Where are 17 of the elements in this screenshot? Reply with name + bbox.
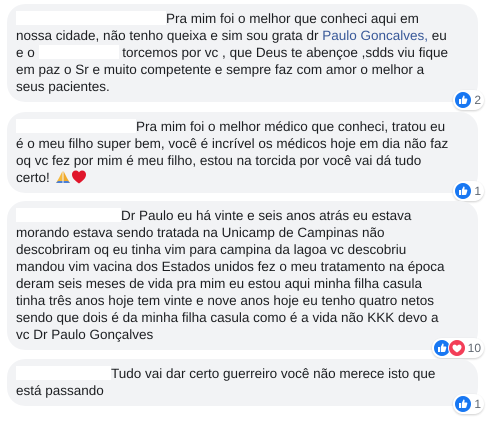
like-icon [454, 395, 472, 413]
comment-text: Tudo vai dar certo guerreiro você não merece isto que está passando [16, 365, 436, 399]
reaction-count: 1 [474, 183, 481, 200]
heart-reaction-icon [448, 339, 466, 357]
like-icon [454, 91, 472, 109]
reaction-count: 1 [474, 396, 481, 413]
reaction-count: 2 [474, 92, 481, 109]
comment-text: Pra mim foi o melhor que conheci aqui em nossa cidade, não tenho queixa e sim sou grata dr Paulo Goncalves, eu e o torcemos por vc , que Deus te abençoe ,sdds viu fique em paz o Sr e muito competente e sempre faz com amor o melhor a seus pacientes. [16, 10, 449, 95]
reaction-badge[interactable]: 10 [432, 338, 484, 358]
reaction-badge[interactable]: 1 [453, 181, 484, 201]
reaction-count: 10 [468, 340, 481, 357]
name-link[interactable]: Paulo Goncalves, [322, 28, 428, 43]
comment-text: Pra mim foi o melhor médico que conheci, tratou eu é o meu filho super bem, você é incrível os médicos hoje em dia não faz oq vc fez por mim é meu filho, estou na torcida por você vai dá tudo certo! [16, 118, 450, 186]
reaction-badge[interactable]: 1 [453, 394, 484, 414]
heart-icon [70, 169, 87, 185]
like-icon [454, 182, 472, 200]
reaction-badge[interactable]: 2 [453, 90, 484, 110]
